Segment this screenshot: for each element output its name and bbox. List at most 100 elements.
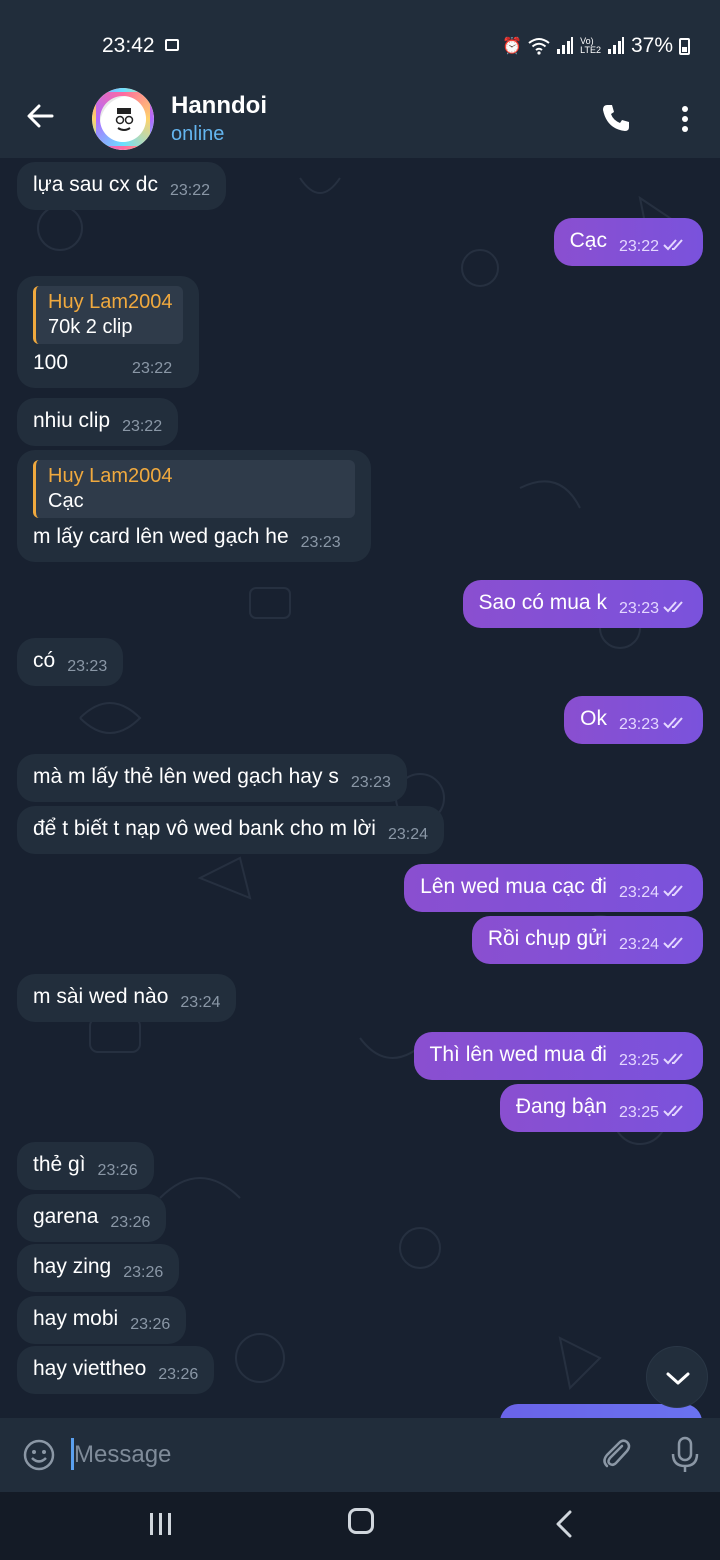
message-bubble[interactable]: hay zing 23:26 — [17, 1244, 180, 1292]
phone-icon[interactable] — [600, 102, 632, 134]
message-text: Ok — [580, 707, 607, 730]
double-check-icon — [663, 937, 683, 949]
signal-icon — [607, 37, 624, 54]
message-text: Cạc — [569, 229, 607, 252]
message-bubble[interactable]: để t biết t nạp vô wed bank cho m lời 23:… — [17, 806, 445, 854]
message-text: Thì lên wed mua đi — [429, 1043, 607, 1066]
message-time: 23:26 — [97, 1162, 138, 1179]
message-text: Sao có mua k — [478, 591, 607, 614]
message-bubble[interactable]: nhiu clip 23:22 — [17, 398, 179, 446]
chevron-down-icon — [666, 1372, 690, 1385]
message-text: để t biết t nạp vô wed bank cho m lời — [33, 817, 376, 840]
message-time: 23:26 — [110, 1214, 151, 1231]
back-arrow-icon[interactable] — [22, 98, 58, 134]
message-bubble[interactable]: mà m lấy thẻ lên wed gạch hay s 23:23 — [17, 754, 407, 802]
message-bubble[interactable]: Sao có mua k 23:23 — [462, 580, 703, 628]
message-bubble[interactable]: Lên wed mua cạc đi 23:24 — [404, 864, 703, 912]
message-text: 100 — [33, 351, 69, 374]
message-text: hay mobi — [33, 1307, 119, 1330]
contact-status: online — [171, 123, 225, 145]
message-text: garena — [33, 1205, 99, 1228]
message-bubble[interactable]: Huy Lam2004 Cạc m lấy card lên wed gạch … — [17, 450, 371, 562]
reply-quote[interactable]: Huy Lam2004 Cạc — [33, 460, 355, 518]
message-bubble[interactable]: có 23:23 — [17, 638, 124, 686]
message-text: có — [33, 649, 56, 672]
message-time: 23:23 — [618, 716, 659, 733]
volte-icon: Vo) LTE2 — [580, 36, 601, 55]
double-check-icon — [663, 717, 683, 729]
double-check-icon — [663, 885, 683, 897]
message-time: 23:23 — [300, 534, 341, 551]
message-bubble[interactable]: lựa sau cx dc 23:22 — [17, 162, 226, 210]
more-vert-icon[interactable] — [674, 104, 696, 134]
message-time: 23:23 — [350, 774, 391, 791]
system-nav-bar — [0, 1492, 720, 1560]
message-text: Lên wed mua cạc đi — [420, 875, 607, 898]
emoji-icon[interactable] — [22, 1438, 56, 1472]
message-composer — [0, 1418, 720, 1492]
avatar[interactable] — [92, 88, 154, 150]
chat-area[interactable]: lựa sau cx dc 23:22 Cạc 23:22 Huy Lam2004 … — [0, 158, 720, 1418]
message-time: 23:26 — [123, 1264, 164, 1281]
wifi-icon — [528, 38, 550, 55]
message-text: m lấy card lên wed gạch he — [33, 525, 289, 548]
contact-name[interactable]: Hanndoi — [171, 92, 267, 120]
message-bubble[interactable]: Thì lên wed mua đi 23:25 — [413, 1032, 703, 1080]
message-time: 23:26 — [130, 1316, 171, 1333]
message-text: mà m lấy thẻ lên wed gạch hay s — [33, 765, 339, 788]
message-time: 23:23 — [618, 600, 659, 617]
message-text: Đang bận — [515, 1095, 607, 1118]
message-time: 23:22 — [618, 238, 659, 255]
status-icons: ⏰ Vo) LTE2 37% — [502, 34, 690, 58]
alarm-icon: ⏰ — [502, 38, 523, 55]
message-text: m sài wed nào — [33, 985, 169, 1008]
message-bubble[interactable]: hay viettheo 23:26 — [17, 1346, 215, 1394]
scroll-down-button[interactable] — [646, 1346, 708, 1408]
message-text: thẻ gì — [33, 1153, 86, 1176]
recents-icon[interactable] — [148, 1512, 174, 1536]
message-text: hay zing — [33, 1255, 112, 1278]
reply-quote[interactable]: Huy Lam2004 70k 2 clip — [33, 286, 183, 344]
home-icon[interactable] — [348, 1508, 374, 1534]
reply-text: Cạc — [48, 490, 84, 512]
message-time: 23:22 — [122, 418, 163, 435]
message-bubble[interactable]: hay mobi 23:26 — [17, 1296, 187, 1344]
attach-icon[interactable] — [598, 1436, 634, 1472]
message-input[interactable] — [74, 1438, 574, 1472]
message-time: 23:25 — [618, 1104, 659, 1121]
message-time: 23:26 — [158, 1366, 199, 1383]
message-time: 23:22 — [132, 360, 173, 377]
message-bubble[interactable]: garena 23:26 — [17, 1194, 167, 1242]
message-time: 23:23 — [67, 658, 108, 675]
image-icon — [165, 39, 179, 51]
message-time: 23:24 — [180, 994, 221, 1011]
status-bar: 23:42 ⏰ Vo) LTE2 37% — [0, 0, 720, 80]
message-time: 23:24 — [618, 936, 659, 953]
reply-author: Huy Lam2004 — [48, 291, 173, 313]
message-text: nhiu clip — [33, 409, 111, 432]
battery-icon — [679, 37, 690, 55]
message-time: 23:24 — [618, 884, 659, 901]
double-check-icon — [663, 601, 683, 613]
message-time: 23:22 — [169, 182, 210, 199]
message-bubble[interactable]: Rồi chụp gửi 23:24 — [471, 916, 703, 964]
chat-header: Hanndoi online — [0, 80, 720, 158]
mic-icon[interactable] — [668, 1436, 702, 1474]
message-bubble[interactable]: Huy Lam2004 70k 2 clip 100 23:22 — [17, 276, 199, 388]
message-time: 23:24 — [387, 826, 429, 843]
reply-text: 70k 2 clip — [48, 316, 133, 338]
battery-percent: 37% — [630, 34, 673, 57]
signal-icon — [557, 37, 574, 54]
avatar-face-icon — [115, 108, 134, 131]
message-bubble[interactable]: Đang bận 23:25 — [499, 1084, 703, 1132]
nav-back-icon[interactable] — [552, 1510, 576, 1538]
double-check-icon — [663, 1105, 683, 1117]
message-bubble[interactable]: Cạc 23:22 — [553, 218, 703, 266]
double-check-icon — [663, 1053, 683, 1065]
message-text: Rồi chụp gửi — [487, 927, 607, 950]
message-bubble[interactable]: thẻ gì 23:26 — [17, 1142, 154, 1190]
message-bubble[interactable]: Ok 23:23 — [564, 696, 703, 744]
message-bubble[interactable]: m sài wed nào 23:24 — [17, 974, 237, 1022]
reply-author: Huy Lam2004 — [48, 465, 173, 487]
message-time: 23:25 — [618, 1052, 659, 1069]
